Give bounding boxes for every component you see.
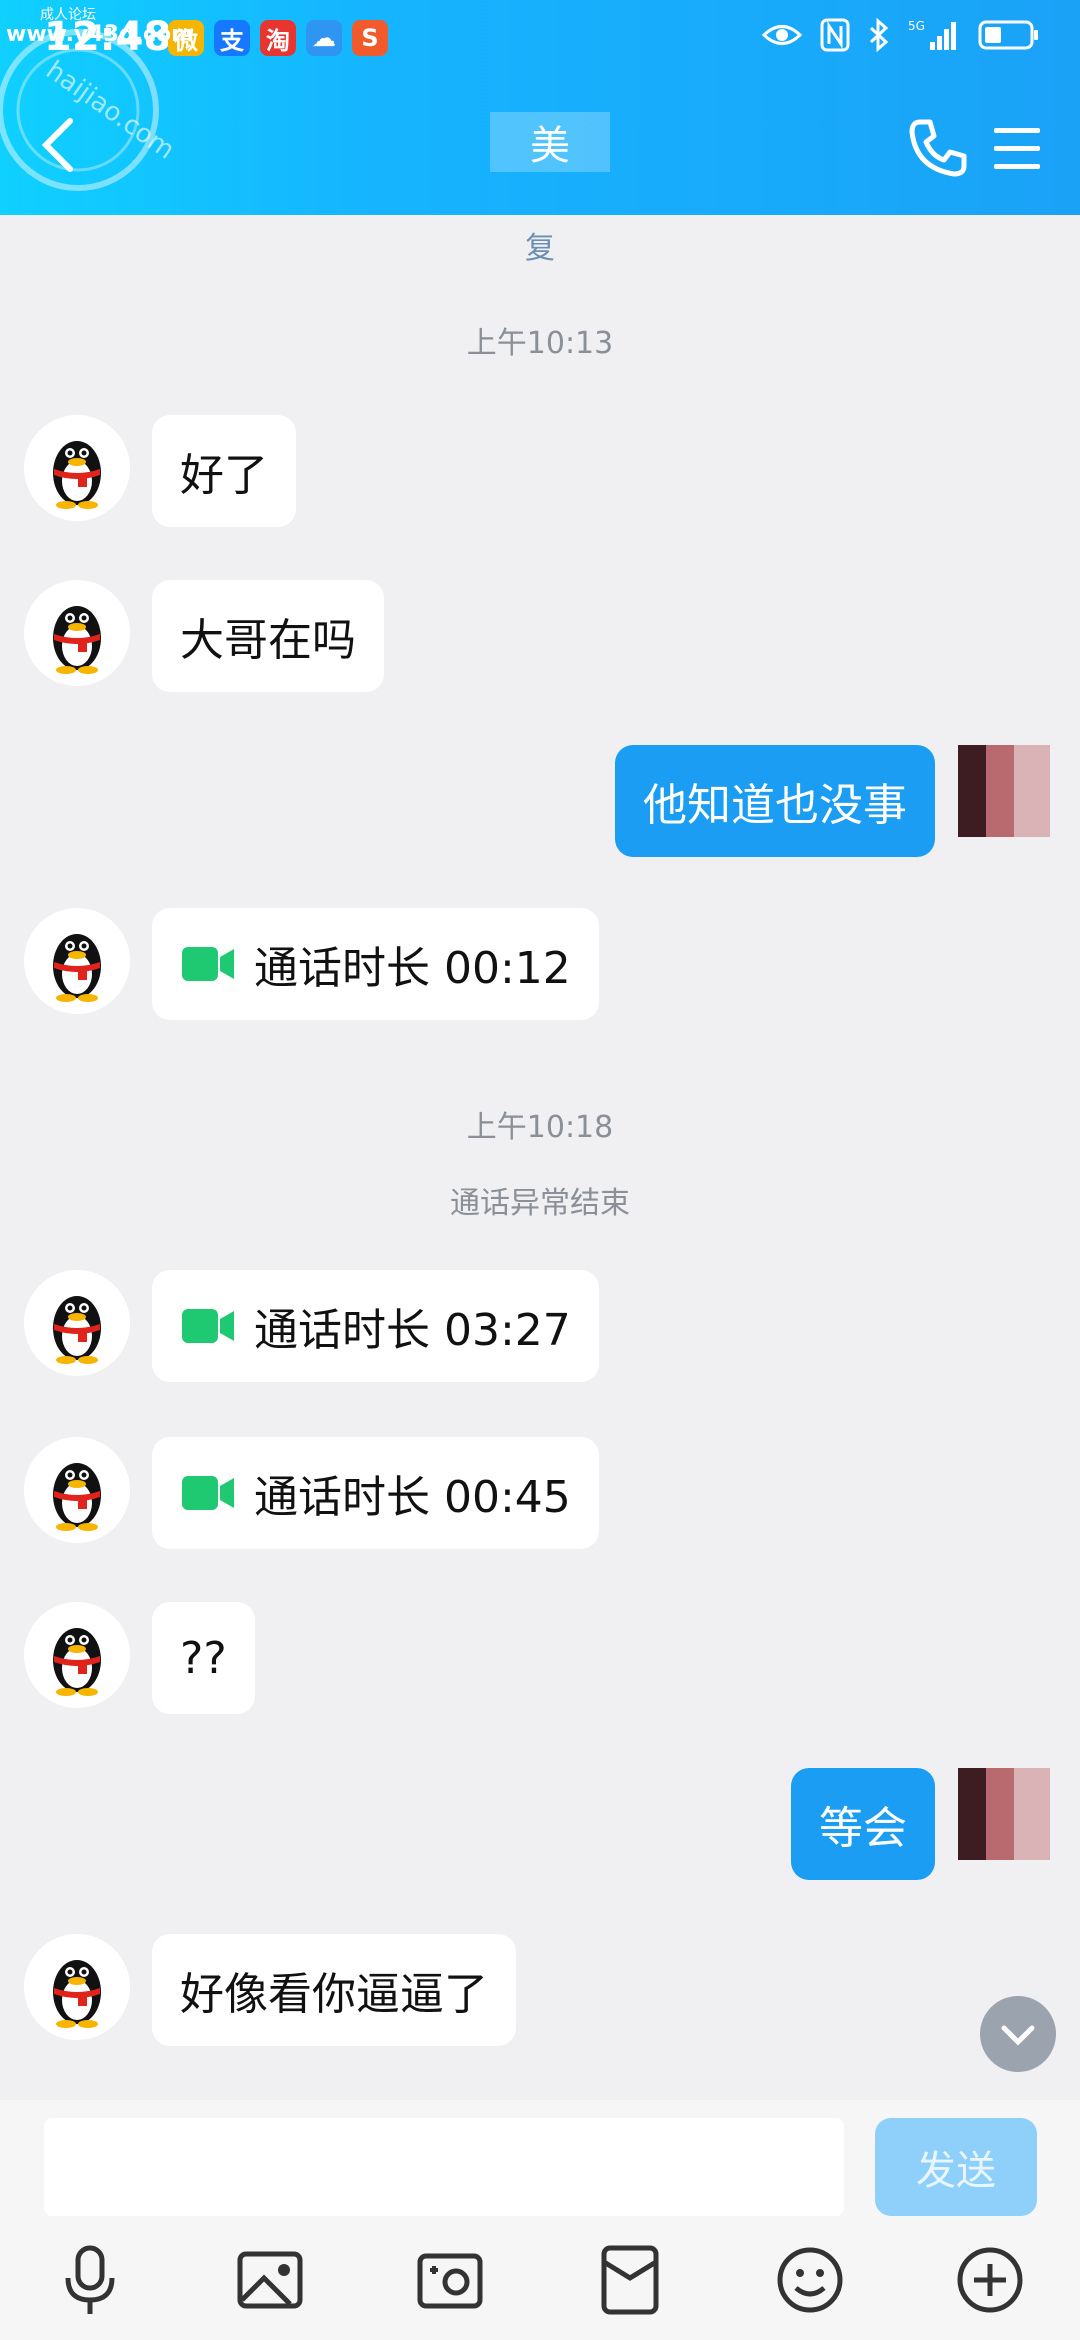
penguin-avatar-icon xyxy=(24,1934,130,2040)
message-bubble[interactable]: ?? xyxy=(152,1602,255,1714)
message-row: 他知道也没事 xyxy=(0,745,1080,857)
contact-avatar[interactable] xyxy=(24,415,130,521)
message-input[interactable] xyxy=(44,2118,844,2216)
message-row: 好了 xyxy=(0,415,1080,527)
alipay-app-icon: 支 xyxy=(214,20,250,56)
call-duration-label: 通话时长 03:27 xyxy=(254,1305,571,1356)
back-button[interactable] xyxy=(30,105,90,185)
penguin-avatar-icon xyxy=(24,908,130,1014)
message-bubble-sent[interactable]: 他知道也没事 xyxy=(615,745,935,857)
call-record-bubble[interactable]: 通话时长 03:27 xyxy=(152,1270,599,1382)
contact-avatar[interactable] xyxy=(24,1437,130,1543)
menu-icon xyxy=(994,128,1040,169)
contact-avatar[interactable] xyxy=(24,1270,130,1376)
battery-icon xyxy=(978,20,1038,50)
weather-app-icon: ☁ xyxy=(306,20,342,56)
signal-5g-icon: 5G xyxy=(908,19,956,50)
composer-toolbar xyxy=(0,2240,1080,2340)
status-app-icons: 微 支 淘 ☁ S xyxy=(168,20,388,56)
svg-text:5G: 5G xyxy=(908,19,925,33)
chat-header: 12:48 微 支 淘 ☁ S 5G 美 haijiao.com 成人论坛 ww… xyxy=(0,0,1080,215)
status-time: 12:48 xyxy=(44,14,172,60)
video-call-icon xyxy=(182,947,234,981)
contact-avatar[interactable] xyxy=(24,580,130,686)
emoji-icon xyxy=(777,2247,843,2313)
call-record-bubble[interactable]: 通话时长 00:12 xyxy=(152,908,599,1020)
message-row: 好像看你逼逼了 xyxy=(0,1934,1080,2046)
scroll-to-bottom-button[interactable] xyxy=(980,1996,1056,2072)
message-row: ?? xyxy=(0,1602,1080,1714)
message-bubble[interactable]: 好了 xyxy=(152,415,296,527)
penguin-avatar-icon xyxy=(24,1270,130,1376)
user-avatar[interactable] xyxy=(958,745,1050,837)
video-call-icon xyxy=(182,1309,234,1343)
contact-avatar[interactable] xyxy=(24,1934,130,2040)
time-divider: 上午10:13 xyxy=(466,326,614,361)
plus-icon xyxy=(957,2247,1023,2313)
call-duration-label: 通话时长 00:12 xyxy=(254,943,571,994)
weibo-app-icon: 微 xyxy=(168,20,204,56)
voice-button[interactable] xyxy=(50,2240,130,2320)
more-button[interactable] xyxy=(950,2240,1030,2320)
camera-button[interactable] xyxy=(410,2240,490,2320)
app-icon: S xyxy=(352,20,388,56)
time-divider: 上午10:18 xyxy=(466,1110,614,1145)
emoji-button[interactable] xyxy=(770,2240,850,2320)
chevron-down-icon xyxy=(1001,2025,1035,2046)
message-row: 通话时长 00:45 xyxy=(0,1437,1080,1549)
video-call-icon xyxy=(182,1476,234,1510)
contact-avatar[interactable] xyxy=(24,908,130,1014)
message-row: 等会 xyxy=(0,1768,1080,1880)
voice-icon xyxy=(65,2245,115,2314)
phone-icon xyxy=(909,119,967,177)
menu-button[interactable] xyxy=(990,122,1044,176)
nfc-icon xyxy=(820,18,850,52)
penguin-avatar-icon xyxy=(24,1602,130,1708)
call-record-bubble[interactable]: 通话时长 00:45 xyxy=(152,1437,599,1549)
message-row: 通话时长 03:27 xyxy=(0,1270,1080,1382)
contact-avatar[interactable] xyxy=(24,1602,130,1708)
image-icon xyxy=(237,2251,303,2309)
message-row: 通话时长 00:12 xyxy=(0,908,1080,1020)
red-packet-button[interactable] xyxy=(590,2240,670,2320)
status-bar: 12:48 微 支 淘 ☁ S 5G xyxy=(0,0,1080,80)
message-bubble[interactable]: 大哥在吗 xyxy=(152,580,384,692)
image-button[interactable] xyxy=(230,2240,310,2320)
system-message: 通话异常结束 xyxy=(450,1186,630,1221)
penguin-avatar-icon xyxy=(24,580,130,686)
chevron-left-icon xyxy=(41,118,73,172)
message-bubble-sent[interactable]: 等会 xyxy=(791,1768,935,1880)
message-row: 大哥在吗 xyxy=(0,580,1080,692)
phone-call-button[interactable] xyxy=(906,116,970,180)
status-indicators: 5G xyxy=(762,18,1040,52)
contact-name[interactable]: 美 xyxy=(490,112,610,172)
call-duration-label: 通话时长 00:45 xyxy=(254,1472,571,1523)
camera-icon xyxy=(417,2253,483,2309)
message-bubble[interactable]: 好像看你逼逼了 xyxy=(152,1934,516,2046)
penguin-avatar-icon xyxy=(24,415,130,521)
red-packet-icon xyxy=(601,2245,659,2315)
bluetooth-icon xyxy=(869,18,889,52)
user-avatar[interactable] xyxy=(958,1768,1050,1860)
penguin-avatar-icon xyxy=(24,1437,130,1543)
taobao-app-icon: 淘 xyxy=(260,20,296,56)
header-subtitle: 复 xyxy=(525,231,555,266)
eye-icon xyxy=(762,25,802,45)
send-button[interactable]: 发送 xyxy=(875,2118,1037,2216)
